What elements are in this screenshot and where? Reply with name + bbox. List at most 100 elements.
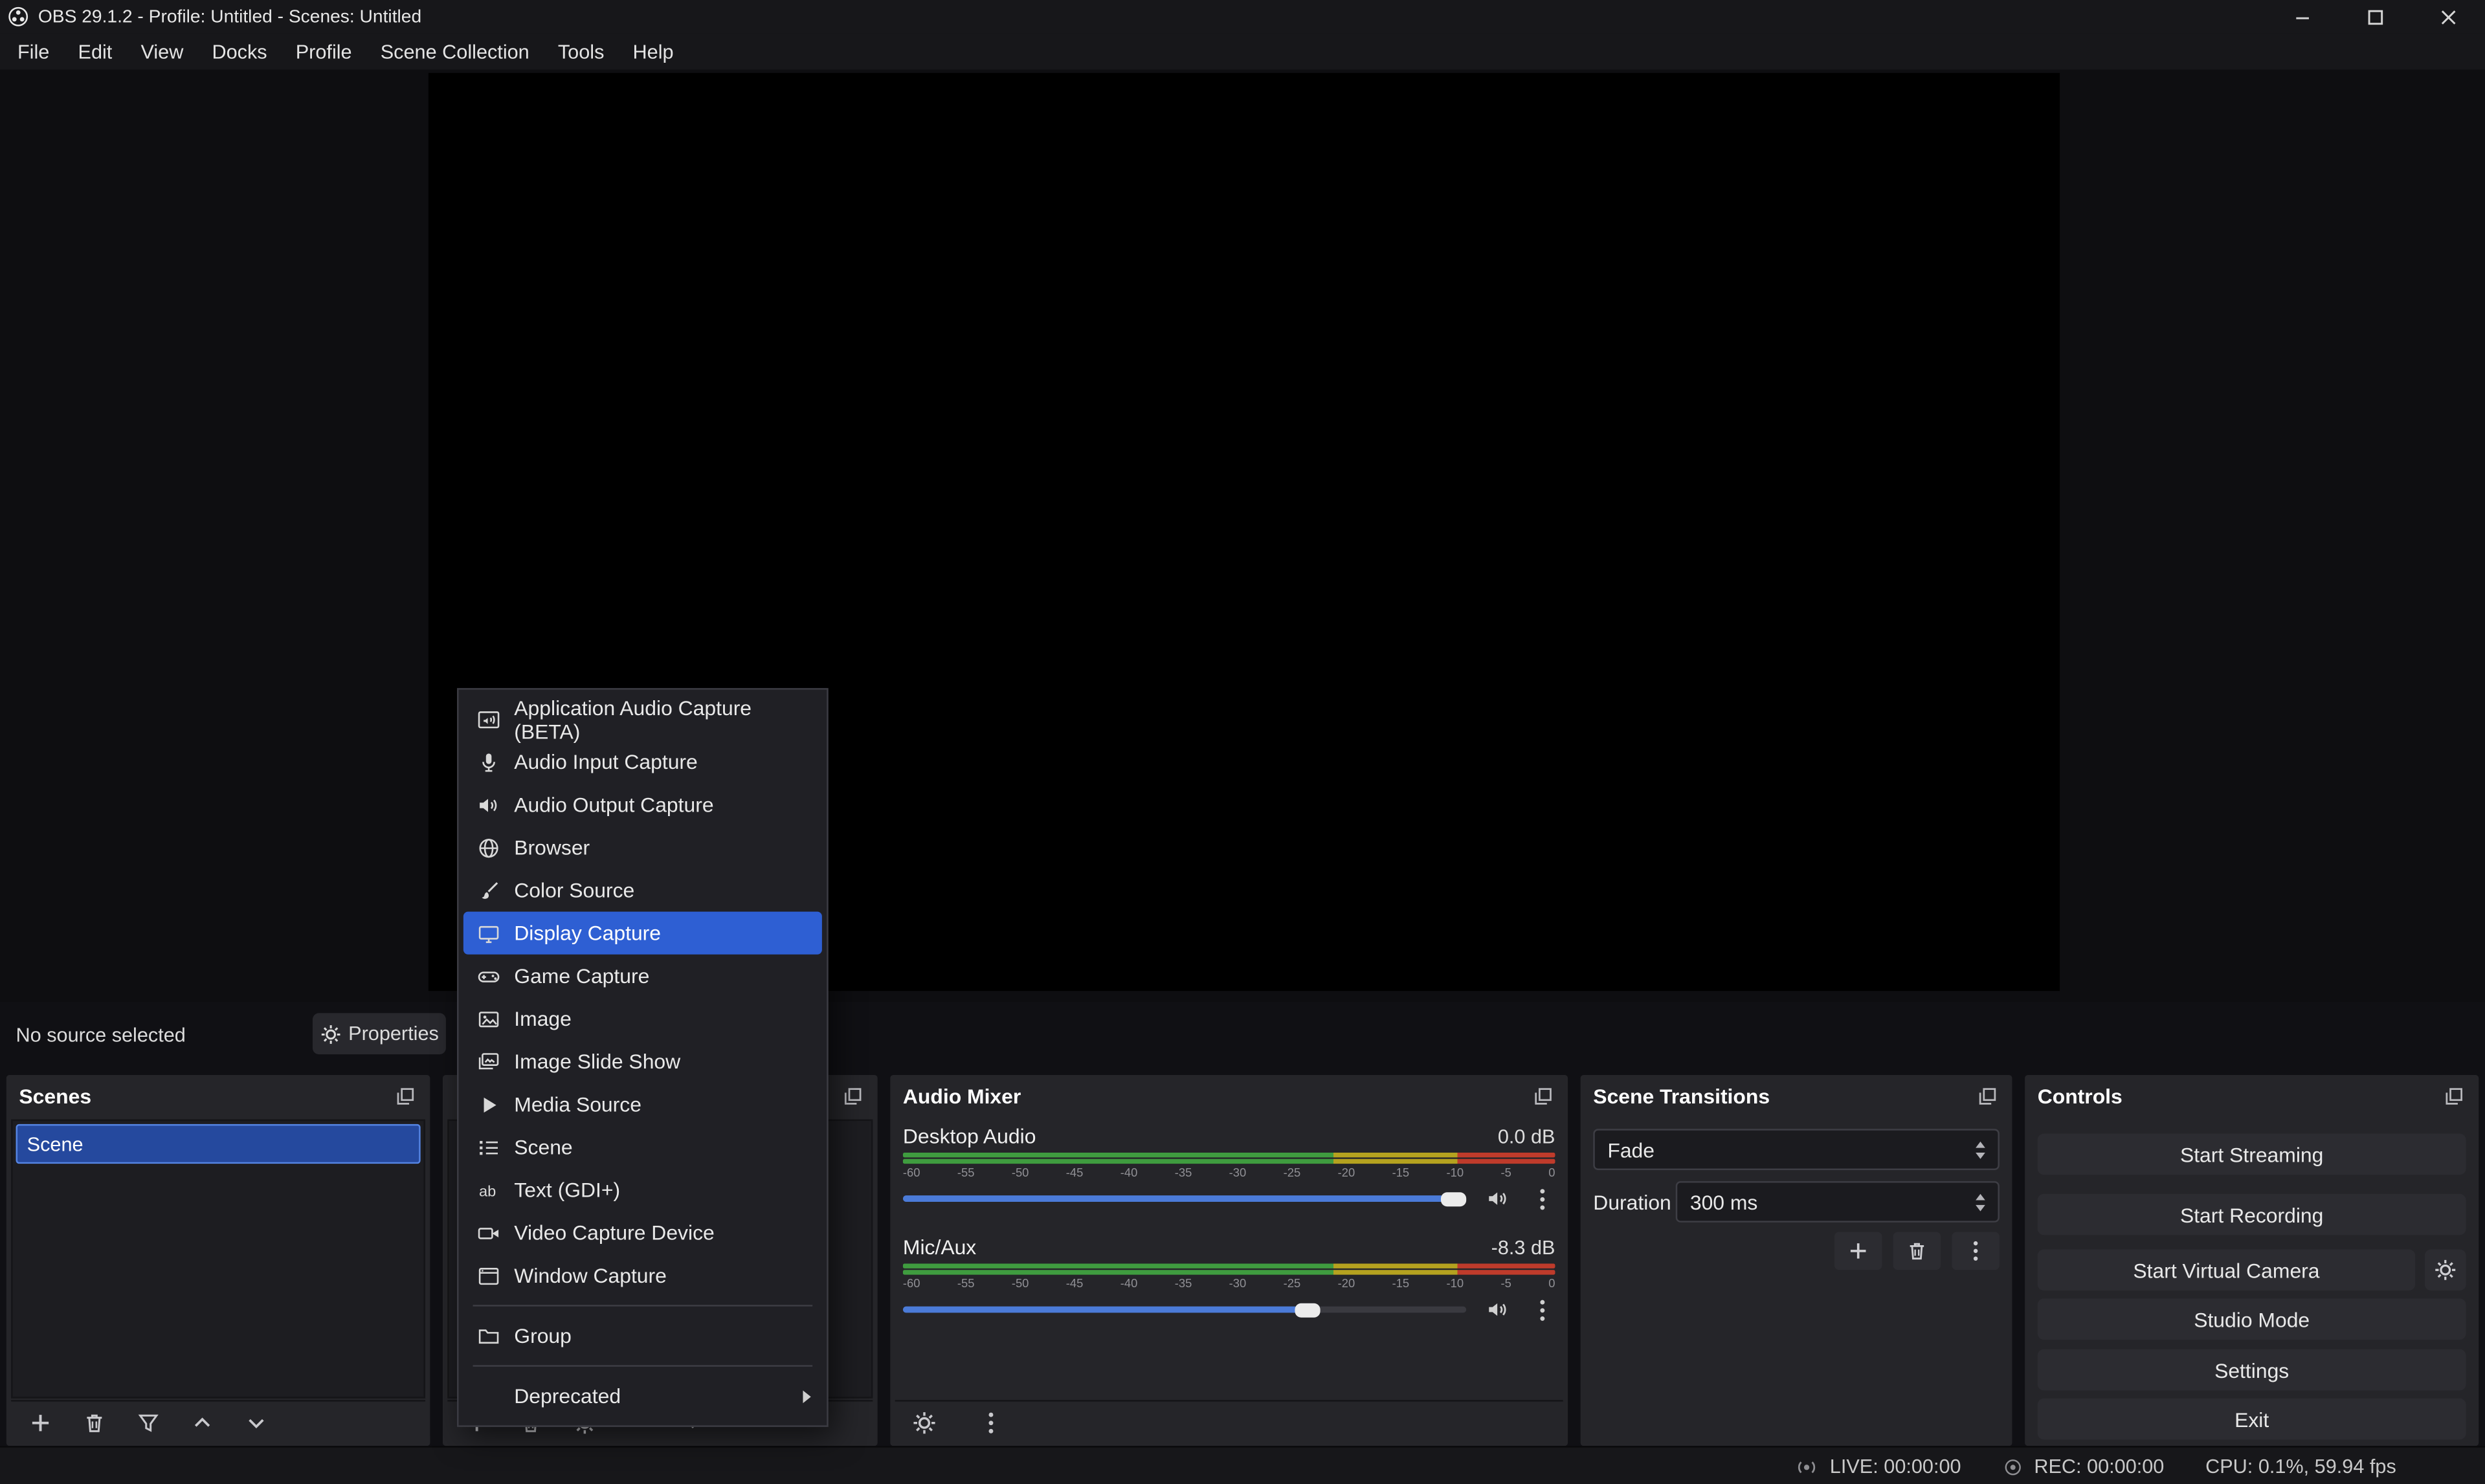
scene-move-up-button[interactable] [187,1408,216,1436]
start-virtual-camera-button[interactable]: Start Virtual Camera [2038,1249,2415,1290]
meter-tick: -20 [1338,1166,1355,1181]
spinner-arrows-icon[interactable] [1976,1141,1985,1158]
mixer-channel-mic-aux: Mic/Aux -8.3 dB -60 -55 -50 -45 -40 -35 … [903,1234,1555,1338]
menu-item-group[interactable]: Group [458,1314,827,1357]
add-scene-button[interactable] [25,1408,54,1436]
start-streaming-button[interactable]: Start Streaming [2038,1134,2466,1175]
virtual-camera-row: Start Virtual Camera [2038,1249,2466,1290]
popout-icon[interactable] [841,1083,865,1107]
channel-name: Desktop Audio [903,1124,1036,1148]
volume-slider-handle[interactable] [1441,1191,1466,1206]
advanced-audio-gear-icon[interactable] [909,1408,938,1436]
menu-item-color-source[interactable]: Color Source [458,869,827,911]
menu-item-image[interactable]: Image [458,997,827,1040]
scene-transitions-title: Scene Transitions [1593,1083,1770,1107]
meter-tick: -5 [1501,1166,1511,1181]
live-time: LIVE: 00:00:00 [1830,1456,1961,1478]
preview-area [0,70,2485,1002]
camera-icon [474,1220,502,1245]
transition-value: Fade [1607,1138,1655,1162]
menu-item-window-capture[interactable]: Window Capture [458,1254,827,1297]
meter-tick: -10 [1447,1276,1464,1292]
popout-icon[interactable] [2442,1083,2466,1107]
popout-icon[interactable] [1532,1083,1555,1107]
record-icon [2002,1456,2023,1477]
exit-button[interactable]: Exit [2038,1399,2466,1440]
menu-edit[interactable]: Edit [63,33,126,69]
properties-button[interactable]: Properties [313,1013,446,1054]
mixer-channel-desktop-audio: Desktop Audio 0.0 dB -60 -55 -50 -45 -40… [903,1122,1555,1227]
meter-tick: -55 [957,1166,975,1181]
controls-dock: Controls Start Streaming Start Recording… [2025,1075,2479,1446]
remove-scene-button[interactable] [80,1408,108,1436]
mute-speaker-icon[interactable] [1486,1297,1511,1322]
mixer-options-kebab-icon[interactable] [976,1408,1005,1436]
menu-file[interactable]: File [3,33,64,69]
spinner-arrows-icon[interactable] [1976,1193,1985,1210]
menu-view[interactable]: View [126,33,197,69]
volume-slider-fill [903,1195,1444,1202]
transition-buttons [1834,1232,2000,1270]
audio-mixer-dock: Audio Mixer Desktop Audio 0.0 dB -60 -55… [890,1075,1568,1446]
meter-tick: -50 [1012,1166,1029,1181]
add-transition-button[interactable] [1834,1232,1882,1270]
channel-options-kebab-icon[interactable] [1530,1186,1555,1211]
channel-level-db: 0.0 dB [1498,1125,1555,1147]
source-toolbar: No source selected Properties [0,1008,2485,1062]
paintbrush-icon [474,878,502,903]
start-recording-button[interactable]: Start Recording [2038,1194,2466,1235]
scenes-toolbar [11,1400,425,1443]
scene-filters-button[interactable] [133,1408,162,1436]
volume-meter [903,1263,1555,1274]
menu-item-display-capture[interactable]: Display Capture [463,912,822,955]
channel-options-kebab-icon[interactable] [1530,1297,1555,1322]
maximize-button[interactable] [2339,0,2413,33]
menu-item-audio-input-capture[interactable]: Audio Input Capture [458,740,827,783]
menu-item-application-audio-capture[interactable]: Application Audio Capture (BETA) [458,698,827,740]
volume-slider[interactable] [903,1195,1466,1202]
menu-item-image-slide-show[interactable]: Image Slide Show [458,1040,827,1083]
transition-options-kebab-icon[interactable] [1952,1232,2000,1270]
meter-tick: -45 [1066,1166,1084,1181]
properties-label: Properties [348,1023,439,1045]
channel-name: Mic/Aux [903,1235,976,1259]
duration-label: Duration [1593,1181,1671,1223]
popout-icon[interactable] [1976,1083,2000,1107]
menu-item-scene[interactable]: Scene [458,1125,827,1168]
submenu-arrow-icon [803,1390,810,1402]
controls-header: Controls [2025,1075,2479,1116]
volume-slider[interactable] [903,1307,1466,1313]
menu-item-browser[interactable]: Browser [458,826,827,869]
speaker-icon [474,792,502,817]
meter-tick: -40 [1120,1276,1138,1292]
menu-item-game-capture[interactable]: Game Capture [458,955,827,997]
menu-profile[interactable]: Profile [282,33,366,69]
menu-item-text-gdi[interactable]: ab Text (GDI+) [458,1169,827,1212]
statusbar: LIVE: 00:00:00 REC: 00:00:00 CPU: 0.1%, … [0,1446,2485,1484]
menu-scene-collection[interactable]: Scene Collection [366,33,544,69]
scene-list-item[interactable]: Scene [16,1124,421,1164]
meter-tick: -25 [1284,1166,1301,1181]
menu-item-audio-output-capture[interactable]: Audio Output Capture [458,783,827,826]
close-button[interactable] [2412,0,2485,33]
broadcast-icon [1795,1455,1819,1479]
meter-scale: -60 -55 -50 -45 -40 -35 -30 -25 -20 -15 … [903,1276,1555,1292]
duration-spinbox[interactable]: 300 ms [1676,1181,2000,1223]
menu-item-media-source[interactable]: Media Source [458,1083,827,1125]
minimize-button[interactable] [2266,0,2339,33]
scene-move-down-button[interactable] [241,1408,270,1436]
popout-icon[interactable] [394,1083,418,1107]
studio-mode-button[interactable]: Studio Mode [2038,1298,2466,1340]
mute-speaker-icon[interactable] [1486,1186,1511,1211]
volume-slider-handle[interactable] [1294,1303,1319,1317]
menu-item-deprecated[interactable]: Deprecated [458,1375,827,1417]
menu-help[interactable]: Help [618,33,687,69]
settings-button[interactable]: Settings [2038,1349,2466,1391]
menu-tools[interactable]: Tools [544,33,619,69]
menu-docks[interactable]: Docks [197,33,281,69]
virtual-camera-config-gear-icon[interactable] [2425,1249,2466,1290]
remove-transition-button[interactable] [1893,1232,1941,1270]
menu-item-video-capture-device[interactable]: Video Capture Device [458,1212,827,1254]
meter-tick: -20 [1338,1276,1355,1292]
transition-select[interactable]: Fade [1593,1129,2000,1170]
